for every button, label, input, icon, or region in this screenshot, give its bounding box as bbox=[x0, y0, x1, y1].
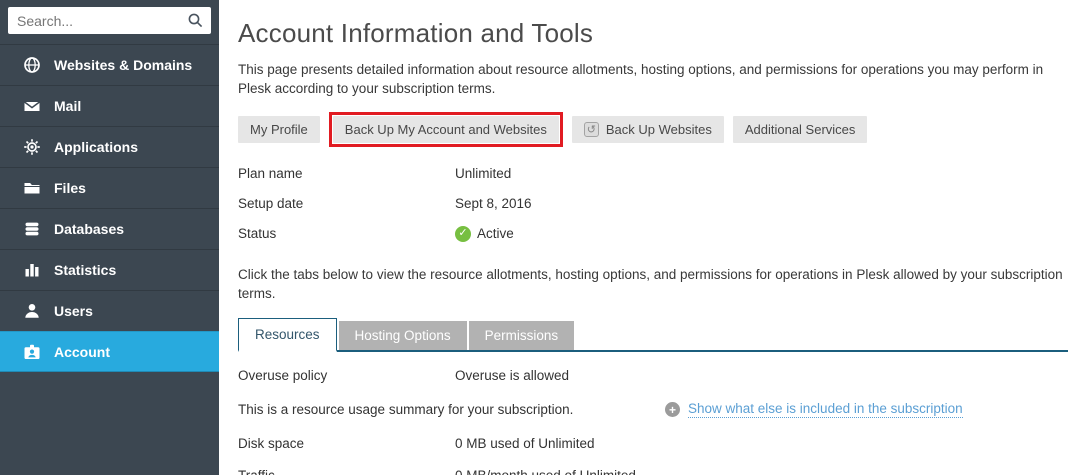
search-input[interactable] bbox=[8, 7, 211, 34]
user-icon bbox=[23, 302, 41, 320]
tab-resources[interactable]: Resources bbox=[238, 318, 337, 352]
disk-space-label: Disk space bbox=[238, 436, 455, 451]
my-profile-button[interactable]: My Profile bbox=[238, 116, 320, 143]
tab-permissions[interactable]: Permissions bbox=[469, 321, 575, 350]
app-window: Websites & Domains Mail Applications bbox=[0, 0, 1089, 475]
overuse-policy-label: Overuse policy bbox=[238, 368, 455, 383]
search-box bbox=[8, 7, 211, 34]
sidebar-item-label: Databases bbox=[54, 221, 124, 237]
plan-info: Plan name Unlimited Setup date Sept 8, 2… bbox=[238, 159, 1068, 249]
page-description: This page presents detailed information … bbox=[238, 61, 1068, 99]
plan-name-row: Plan name Unlimited bbox=[238, 159, 1068, 189]
sidebar-item-label: Users bbox=[54, 303, 93, 319]
plan-name-value: Unlimited bbox=[455, 166, 511, 181]
status-row: Status ✓ Active bbox=[238, 219, 1068, 249]
setup-date-value: Sept 8, 2016 bbox=[455, 196, 532, 211]
backup-websites-label: Back Up Websites bbox=[606, 122, 712, 137]
sidebar-item-websites-domains[interactable]: Websites & Domains bbox=[0, 44, 219, 85]
folder-icon bbox=[23, 179, 41, 197]
sidebar-item-account[interactable]: Account bbox=[0, 331, 219, 372]
id-badge-icon bbox=[23, 343, 41, 361]
setup-date-label: Setup date bbox=[238, 196, 455, 211]
usage-summary-row: This is a resource usage summary for you… bbox=[238, 392, 1068, 428]
gear-icon bbox=[23, 138, 41, 156]
search-icon[interactable] bbox=[187, 12, 204, 29]
sidebar-item-label: Websites & Domains bbox=[54, 57, 192, 73]
resources-tab-content: Overuse policy Overuse is allowed This i… bbox=[238, 360, 1068, 475]
sidebar-item-label: Mail bbox=[54, 98, 81, 114]
sidebar-item-files[interactable]: Files bbox=[0, 167, 219, 208]
sidebar-item-statistics[interactable]: Statistics bbox=[0, 249, 219, 290]
sidebar-item-label: Account bbox=[54, 344, 110, 360]
plus-icon: + bbox=[665, 402, 680, 417]
sidebar-item-databases[interactable]: Databases bbox=[0, 208, 219, 249]
green-check-icon: ✓ bbox=[455, 226, 471, 242]
page-title: Account Information and Tools bbox=[238, 18, 1068, 49]
sidebar-item-label: Statistics bbox=[54, 262, 116, 278]
sidebar-item-applications[interactable]: Applications bbox=[0, 126, 219, 167]
show-more-link-text: Show what else is included in the subscr… bbox=[688, 401, 963, 418]
backup-account-websites-button[interactable]: Back Up My Account and Websites bbox=[333, 116, 559, 143]
usage-summary-text: This is a resource usage summary for you… bbox=[238, 402, 665, 417]
database-icon bbox=[23, 220, 41, 238]
sidebar-item-label: Applications bbox=[54, 139, 138, 155]
disk-space-value: 0 MB used of Unlimited bbox=[455, 436, 595, 451]
bar-chart-icon bbox=[23, 261, 41, 279]
sidebar-item-mail[interactable]: Mail bbox=[0, 85, 219, 126]
tab-hosting-options[interactable]: Hosting Options bbox=[339, 321, 467, 350]
sidebar-item-users[interactable]: Users bbox=[0, 290, 219, 331]
traffic-value: 0 MB/month used of Unlimited bbox=[455, 468, 636, 475]
annotation-highlight-box: Back Up My Account and Websites bbox=[329, 112, 563, 147]
toolbar: My Profile Back Up My Account and Websit… bbox=[238, 112, 1068, 147]
additional-services-button[interactable]: Additional Services bbox=[733, 116, 868, 143]
setup-date-row: Setup date Sept 8, 2016 bbox=[238, 189, 1068, 219]
traffic-label: Traffic bbox=[238, 468, 455, 475]
traffic-row: Traffic 0 MB/month used of Unlimited bbox=[238, 460, 1068, 475]
status-label: Status bbox=[238, 226, 455, 241]
sidebar-nav: Websites & Domains Mail Applications bbox=[0, 44, 219, 372]
plan-name-label: Plan name bbox=[238, 166, 455, 181]
main-content: Account Information and Tools This page … bbox=[219, 0, 1089, 475]
tabs-note: Click the tabs below to view the resourc… bbox=[238, 266, 1068, 304]
overuse-policy-row: Overuse policy Overuse is allowed bbox=[238, 360, 1068, 392]
disk-space-row: Disk space 0 MB used of Unlimited bbox=[238, 428, 1068, 460]
overuse-policy-value: Overuse is allowed bbox=[455, 368, 569, 383]
backup-websites-button[interactable]: ↺ Back Up Websites bbox=[572, 116, 724, 143]
mail-icon bbox=[23, 97, 41, 115]
status-value: Active bbox=[477, 226, 514, 241]
backup-restore-icon: ↺ bbox=[584, 122, 599, 137]
show-more-link[interactable]: + Show what else is included in the subs… bbox=[665, 401, 963, 418]
sidebar-item-label: Files bbox=[54, 180, 86, 196]
sidebar: Websites & Domains Mail Applications bbox=[0, 0, 219, 475]
globe-icon bbox=[23, 56, 41, 74]
tab-bar: Resources Hosting Options Permissions bbox=[238, 318, 1068, 352]
